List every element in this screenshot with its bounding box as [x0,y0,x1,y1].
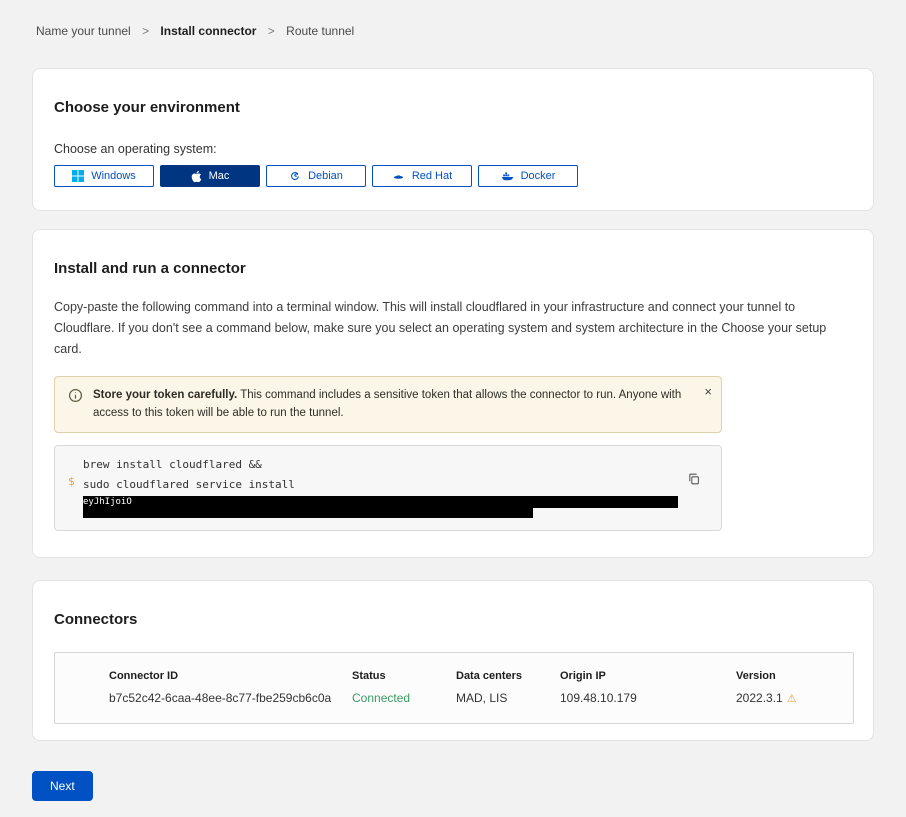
status-badge: Connected [352,691,456,705]
close-icon[interactable]: × [704,385,712,398]
install-command-codeblock[interactable]: $ brew install cloudflared && sudo cloud… [54,445,722,531]
os-button-label: Docker [521,170,556,182]
version-value: 2022.3.1 ⚠ [736,691,853,705]
breadcrumb-separator: > [142,24,149,38]
os-button-label: Windows [91,170,136,182]
info-icon [68,388,83,408]
redacted-token-bar [83,508,533,518]
warning-triangle-icon: ⚠ [787,693,797,705]
install-card-description: Copy-paste the following command into a … [54,297,852,360]
token-warning-title: Store your token carefully. [93,389,237,401]
os-button-windows[interactable]: Windows [54,165,154,187]
os-button-label: Mac [209,170,230,182]
os-button-label: Red Hat [412,170,452,182]
column-header-version: Version [736,670,853,682]
breadcrumb: Name your tunnel > Install connector > R… [0,0,906,38]
command-line-2: sudo cloudflared service install [83,475,675,495]
connectors-table: Connector ID Status Data centers Origin … [54,652,854,724]
breadcrumb-step-name-tunnel[interactable]: Name your tunnel [36,24,131,38]
command-line-1: brew install cloudflared && [83,455,675,475]
os-button-debian[interactable]: Debian [266,165,366,187]
redhat-icon [392,170,405,182]
os-button-redhat[interactable]: Red Hat [372,165,472,187]
breadcrumb-step-install-connector[interactable]: Install connector [160,24,256,38]
connector-id-value: b7c52c42-6caa-48ee-8c77-fbe259cb6c0a [109,691,352,705]
next-button[interactable]: Next [32,771,93,801]
docker-icon [501,170,514,182]
connectors-card: Connectors Connector ID Status Data cent… [32,580,874,741]
apple-icon [191,170,202,183]
tunnel-setup-page: Name your tunnel > Install connector > R… [0,0,906,817]
shell-prompt: $ [68,475,75,488]
redacted-token-bar: eyJhIjoiO [83,496,678,508]
os-button-label: Debian [308,170,343,182]
connectors-card-title: Connectors [54,611,852,628]
connectors-table-header: Connector ID Status Data centers Origin … [109,670,853,682]
column-header-origin-ip: Origin IP [560,670,736,682]
install-card-title: Install and run a connector [54,260,852,277]
breadcrumb-step-route-tunnel[interactable]: Route tunnel [286,24,354,38]
column-header-connector-id: Connector ID [109,670,352,682]
token-prefix: eyJhIjoiO [83,497,132,507]
table-row: b7c52c42-6caa-48ee-8c77-fbe259cb6c0a Con… [109,691,853,705]
copy-icon[interactable] [685,470,703,491]
os-select-label: Choose an operating system: [54,142,852,156]
origin-ip-value: 109.48.10.179 [560,691,736,705]
os-button-docker[interactable]: Docker [478,165,578,187]
environment-card: Choose your environment Choose an operat… [32,68,874,211]
version-text: 2022.3.1 [736,691,783,705]
environment-card-title: Choose your environment [54,99,852,116]
breadcrumb-separator: > [268,24,275,38]
token-warning-banner: Store your token carefully. This command… [54,376,722,433]
os-button-mac[interactable]: Mac [160,165,260,187]
os-button-group: Windows Mac Debian [54,165,852,187]
install-card: Install and run a connector Copy-paste t… [32,229,874,558]
data-centers-value: MAD, LIS [456,691,560,705]
token-warning-text: Store your token carefully. This command… [93,386,687,423]
column-header-data-centers: Data centers [456,670,560,682]
windows-icon [72,170,84,182]
install-command-lines: brew install cloudflared && sudo cloudfl… [83,455,675,518]
debian-icon [289,170,301,182]
column-header-status: Status [352,670,456,682]
